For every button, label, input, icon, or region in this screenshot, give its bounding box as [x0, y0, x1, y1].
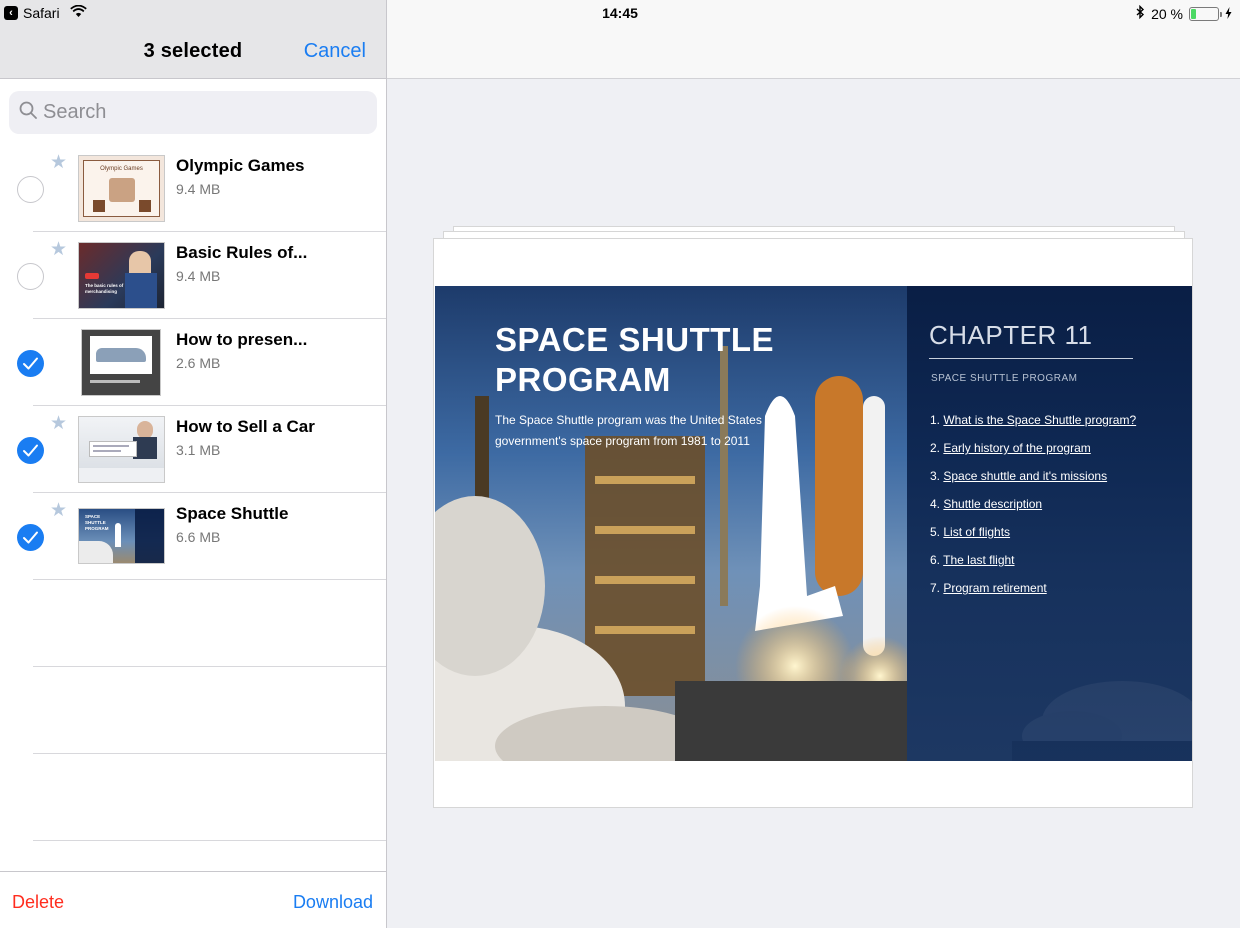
document-size: 6.6 MB: [176, 529, 221, 545]
slide-headline: SPACE SHUTTLE PROGRAM: [495, 321, 775, 398]
thumbnail-title: The basic rules of merchandising: [85, 283, 124, 294]
document-name: How to Sell a Car: [176, 417, 315, 436]
toc-link[interactable]: List of flights: [943, 525, 1010, 539]
toc-number: 1.: [930, 413, 941, 427]
battery-percentage: 20 %: [1151, 5, 1183, 22]
list-item[interactable]: ★ SPACE SHUTTLE PROGRAM Space Shuttle 6.…: [0, 493, 386, 580]
list-item[interactable]: ★ The basic rules of merchandising Basic…: [0, 232, 386, 319]
selection-checkbox[interactable]: [17, 176, 44, 203]
checkmark-icon: [23, 531, 38, 544]
document-list: ★ Olympic Games Olympic Games 9.4 MB ★ T…: [0, 145, 386, 841]
cancel-button[interactable]: Cancel: [304, 40, 366, 63]
star-icon[interactable]: ★: [50, 240, 67, 259]
empty-list-row: [0, 580, 386, 667]
charging-icon: [1225, 6, 1232, 22]
search-bar[interactable]: [9, 91, 377, 134]
status-bar: ‹ Safari 14:45 20 %: [0, 0, 1240, 26]
toc-link[interactable]: Program retirement: [943, 581, 1046, 595]
list-item[interactable]: ★ Olympic Games Olympic Games 9.4 MB: [0, 145, 386, 232]
chapter-subtitle: SPACE SHUTTLE PROGRAM: [931, 373, 1078, 384]
document-thumbnail: The basic rules of merchandising: [78, 242, 165, 309]
toc-item[interactable]: 1. What is the Space Shuttle program?: [930, 413, 1136, 441]
toc-item[interactable]: 4. Shuttle description: [930, 497, 1136, 525]
download-button[interactable]: Download: [293, 892, 373, 913]
toc-item[interactable]: 6. The last flight: [930, 553, 1136, 581]
preview-panel: SPACE SHUTTLE PROGRAM The Space Shuttle …: [387, 0, 1240, 928]
toc-item[interactable]: 5. List of flights: [930, 525, 1136, 553]
document-thumbnail: [78, 416, 165, 483]
list-item[interactable]: ★ How to Sell a Car 3.1 MB: [0, 406, 386, 493]
document-name: Basic Rules of...: [176, 243, 308, 262]
toc-item[interactable]: 7. Program retirement: [930, 581, 1136, 609]
chapter-heading: CHAPTER 11: [929, 320, 1093, 350]
toc-number: 6.: [930, 553, 941, 567]
bluetooth-icon: [1136, 4, 1145, 22]
document-thumbnail: [81, 329, 161, 396]
list-item[interactable]: How to presen... 2.6 MB: [0, 319, 386, 406]
star-icon[interactable]: ★: [50, 414, 67, 433]
toc-item[interactable]: 2. Early history of the program: [930, 441, 1136, 469]
selection-checkbox[interactable]: [17, 524, 44, 551]
toc-item[interactable]: 3. Space shuttle and it's missions: [930, 469, 1136, 497]
battery-icon: [1189, 6, 1222, 21]
row-divider: [33, 840, 386, 841]
document-size: 3.1 MB: [176, 442, 221, 458]
empty-list-row: [0, 667, 386, 754]
document-size: 2.6 MB: [176, 355, 221, 371]
toc-number: 7.: [930, 581, 941, 595]
selection-checkbox[interactable]: [17, 437, 44, 464]
document-thumbnail: SPACE SHUTTLE PROGRAM: [78, 508, 165, 564]
document-size: 9.4 MB: [176, 268, 221, 284]
document-name: Olympic Games: [176, 156, 305, 175]
toc-link[interactable]: Shuttle description: [943, 497, 1042, 511]
thumbnail-title: Olympic Games: [100, 166, 143, 172]
delete-button[interactable]: Delete: [12, 892, 64, 913]
toc-number: 3.: [930, 469, 941, 483]
document-size: 9.4 MB: [176, 181, 221, 197]
clock: 14:45: [602, 5, 638, 21]
checkmark-icon: [23, 357, 38, 370]
battery-level-fill: [1191, 8, 1197, 19]
document-name: How to presen...: [176, 330, 308, 349]
toc-number: 2.: [930, 441, 941, 455]
document-picker-panel: 3 selected Cancel ★ Olympic Games Olympi…: [0, 0, 387, 928]
toc-link[interactable]: What is the Space Shuttle program?: [943, 413, 1136, 427]
search-input[interactable]: [43, 101, 343, 124]
document-thumbnail: Olympic Games: [78, 155, 165, 222]
star-icon[interactable]: ★: [50, 153, 67, 172]
star-icon[interactable]: ★: [50, 501, 67, 520]
selection-checkbox[interactable]: [17, 263, 44, 290]
chapter-divider: [929, 358, 1133, 359]
status-right: 20 %: [1136, 4, 1232, 22]
slide: SPACE SHUTTLE PROGRAM The Space Shuttle …: [435, 286, 1192, 761]
checkmark-icon: [23, 444, 38, 457]
thumbnail-title: SPACE SHUTTLE PROGRAM: [85, 514, 109, 531]
toc-number: 4.: [930, 497, 941, 511]
search-icon: [19, 101, 37, 124]
slide-subtitle: The Space Shuttle program was the United…: [495, 413, 762, 448]
toc-number: 5.: [930, 525, 941, 539]
document-preview-page[interactable]: SPACE SHUTTLE PROGRAM The Space Shuttle …: [433, 238, 1193, 808]
empty-list-row: [0, 754, 386, 841]
chapter-panel: CHAPTER 11 SPACE SHUTTLE PROGRAM 1. What…: [907, 286, 1192, 761]
action-toolbar: Delete Download: [0, 871, 386, 928]
selection-checkbox[interactable]: [17, 350, 44, 377]
table-of-contents: 1. What is the Space Shuttle program? 2.…: [930, 413, 1136, 609]
document-name: Space Shuttle: [176, 504, 289, 523]
toc-link[interactable]: Space shuttle and it's missions: [943, 469, 1107, 483]
toc-link[interactable]: The last flight: [943, 553, 1014, 567]
toc-link[interactable]: Early history of the program: [943, 441, 1090, 455]
